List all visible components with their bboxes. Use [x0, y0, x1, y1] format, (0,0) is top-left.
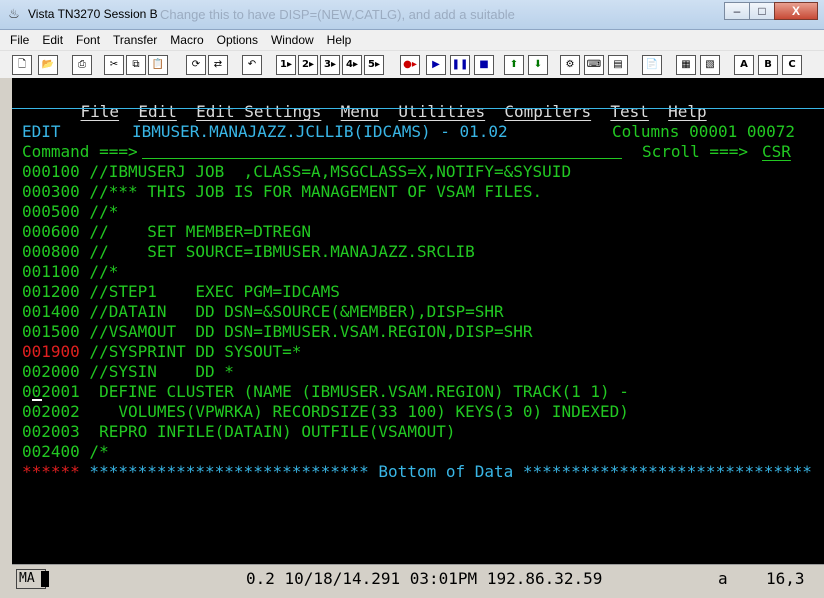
dataset-name: IBMUSER.MANAJAZZ.JCLLIB(IDCAMS) - 01.02 — [132, 122, 508, 141]
play-macro-5-icon[interactable]: 5▸ — [364, 55, 384, 75]
open-folder-icon[interactable]: 📂 — [38, 55, 58, 75]
menu-transfer[interactable]: Transfer — [113, 33, 157, 47]
toolbar: 🗋 📂 ⎙ ✂ ⧉ 📋 ⟳ ⇄ ↶ 1▸ 2▸ 3▸ 4▸ 5▸ ●▸ ▶ ❚❚… — [0, 50, 824, 78]
source-line[interactable]: 001400 //DATAIN DD DSN=&SOURCE(&MEMBER),… — [22, 302, 504, 322]
menu-edit[interactable]: Edit — [42, 33, 63, 47]
close-button[interactable]: X — [774, 2, 818, 20]
transfer-icon[interactable]: ⇄ — [208, 55, 228, 75]
source-line[interactable]: 001500 //VSAMOUT DD DSN=IBMUSER.VSAM.REG… — [22, 322, 533, 342]
play-macro-1-icon[interactable]: 1▸ — [276, 55, 296, 75]
key-b-button[interactable]: B — [758, 55, 778, 75]
source-line[interactable]: 000100 //IBMUSERJ JOB ,CLASS=A,MSGCLASS=… — [22, 162, 571, 182]
ispf-menu-compilers[interactable]: Compilers — [504, 102, 591, 121]
menu-bar: File Edit Font Transfer Macro Options Wi… — [0, 30, 824, 50]
copy-screen-icon[interactable]: ▧ — [700, 55, 720, 75]
cut-icon[interactable]: ✂ — [104, 55, 124, 75]
edit-mode-label: EDIT — [22, 122, 61, 141]
menu-help[interactable]: Help — [327, 33, 352, 47]
play-macro-3-icon[interactable]: 3▸ — [320, 55, 340, 75]
screen-icon[interactable]: ▤ — [608, 55, 628, 75]
ispf-menu-edit[interactable]: Edit — [138, 102, 177, 121]
arrow-down-icon[interactable]: ⬇ — [528, 55, 548, 75]
ispf-menu-help[interactable]: Help — [668, 102, 707, 121]
undo-icon[interactable]: ↶ — [242, 55, 262, 75]
key-a-button[interactable]: A — [734, 55, 754, 75]
command-prompt: Command ===> — [22, 142, 138, 161]
source-line[interactable]: 000300 //*** THIS JOB IS FOR MANAGEMENT … — [22, 182, 542, 202]
session-info: 0.2 10/18/14.291 03:01PM 192.86.32.59 — [246, 569, 603, 588]
paste-icon[interactable]: 📋 — [148, 55, 168, 75]
source-line[interactable]: 001900 //SYSPRINT DD SYSOUT=* — [22, 342, 301, 362]
copy-icon[interactable]: ⧉ — [126, 55, 146, 75]
pause-icon[interactable]: ❚❚ — [450, 55, 470, 75]
source-line[interactable]: 000500 //* — [22, 202, 118, 222]
settings-icon[interactable]: ⚙ — [560, 55, 580, 75]
window-title: Vista TN3270 Session B — [28, 7, 158, 21]
menu-font[interactable]: Font — [76, 33, 100, 47]
new-file-icon[interactable]: 🗋 — [12, 55, 32, 75]
source-line[interactable]: 000600 // SET MEMBER=DTREGN — [22, 222, 311, 242]
ispf-menu-edit-settings[interactable]: Edit_Settings — [196, 102, 321, 121]
field-indicator: a — [718, 569, 728, 588]
line-number-highlighted: 001900 — [22, 342, 80, 361]
ispf-menu-utilities[interactable]: Utilities — [398, 102, 485, 121]
title-bar: ♨ Vista TN3270 Session B Change this to … — [0, 0, 824, 30]
source-line[interactable]: 002000 //SYSIN DD * — [22, 362, 234, 382]
ispf-menu-menu[interactable]: Menu — [341, 102, 380, 121]
refresh-icon[interactable]: ⟳ — [186, 55, 206, 75]
cursor-position: 16,3 — [766, 569, 805, 588]
scroll-amount-field[interactable]: CSR — [762, 142, 791, 162]
print-icon[interactable]: ⎙ — [72, 55, 92, 75]
source-line[interactable]: 002003 REPRO INFILE(DATAIN) OUTFILE(VSAM… — [22, 422, 455, 442]
keyboard-icon[interactable]: ⌨ — [584, 55, 604, 75]
overlay-annotation: Change this to have DISP=(NEW,CATLG), an… — [160, 7, 515, 22]
menu-window[interactable]: Window — [271, 33, 314, 47]
source-line[interactable]: 001200 //STEP1 EXEC PGM=IDCAMS — [22, 282, 340, 302]
command-input[interactable] — [142, 158, 622, 159]
play-macro-2-icon[interactable]: 2▸ — [298, 55, 318, 75]
key-c-button[interactable]: C — [782, 55, 802, 75]
clipboard-icon[interactable]: 📄 — [642, 55, 662, 75]
ispf-menu-file[interactable]: File — [81, 102, 120, 121]
menu-options[interactable]: Options — [217, 33, 258, 47]
app-icon[interactable]: ♨ — [6, 6, 22, 22]
play-macro-4-icon[interactable]: 4▸ — [342, 55, 362, 75]
source-line[interactable]: 002400 /* — [22, 442, 109, 462]
minimize-button[interactable]: – — [724, 2, 750, 20]
scroll-label: Scroll ===> — [642, 142, 748, 161]
source-line[interactable]: 000800 // SET SOURCE=IBMUSER.MANAJAZZ.SR… — [22, 242, 475, 262]
status-bar: MA 0.2 10/18/14.291 03:01PM 192.86.32.59… — [12, 564, 824, 594]
keyboard-mode-indicator: MA — [16, 569, 49, 589]
bottom-of-data-line: ****** ***************************** Bot… — [22, 462, 812, 481]
source-line[interactable]: 002001 DEFINE CLUSTER (NAME (IBMUSER.VSA… — [22, 382, 629, 402]
arrow-up-icon[interactable]: ⬆ — [504, 55, 524, 75]
record-icon[interactable]: ●▸ — [400, 55, 420, 75]
ispf-menu-test[interactable]: Test — [610, 102, 649, 121]
source-line[interactable]: 002002 VOLUMES(VPWRKA) RECORDSIZE(33 100… — [22, 402, 629, 422]
menu-macro[interactable]: Macro — [170, 33, 203, 47]
columns-indicator: Columns 00001 00072 — [612, 122, 796, 141]
text-cursor — [32, 399, 42, 401]
maximize-button[interactable]: □ — [749, 2, 775, 20]
ispf-action-bar: File Edit Edit_Settings Menu Utilities C… — [42, 82, 707, 121]
source-line[interactable]: 001100 //* — [22, 262, 118, 282]
terminal-screen[interactable]: File Edit Edit_Settings Menu Utilities C… — [12, 78, 824, 564]
menu-file[interactable]: File — [10, 33, 29, 47]
action-bar-separator — [12, 108, 824, 109]
stop-icon[interactable]: ■ — [474, 55, 494, 75]
play-icon[interactable]: ▶ — [426, 55, 446, 75]
notes-icon[interactable]: ▦ — [676, 55, 696, 75]
